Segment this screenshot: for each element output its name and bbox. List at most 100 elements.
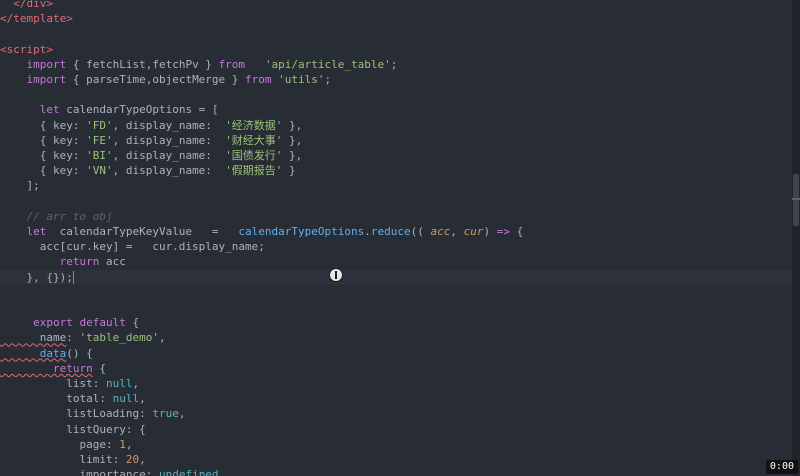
code-token: .	[364, 225, 371, 238]
code-token: acc	[430, 225, 451, 238]
code-token: ,	[125, 437, 133, 451]
code-token: 1	[119, 437, 126, 451]
code-token: ,	[132, 377, 140, 390]
code-token: '经济数据'	[225, 118, 283, 132]
code-token: {	[510, 225, 524, 238]
code-token: null	[112, 392, 140, 406]
code-line[interactable]: </div>	[0, 0, 792, 11]
code-token: export default	[0, 316, 126, 330]
text-caret	[72, 271, 74, 285]
scrollbar-thumb[interactable]	[793, 174, 799, 226]
code-token: calendarTypeOptions	[238, 225, 365, 238]
code-token: { fetchList,fetchPv }	[66, 57, 219, 71]
code-line[interactable]: import { fetchList,fetchPv } from 'api/a…	[0, 57, 792, 72]
code-token: =>	[496, 225, 511, 238]
code-token: , display_name:	[112, 149, 226, 162]
text-cursor-icon	[329, 268, 343, 282]
code-line[interactable]: export default {	[0, 315, 792, 330]
code-editor[interactable]: </div> </template> <script> import { fetch…	[0, 0, 792, 476]
code-token: data	[0, 346, 67, 360]
code-line[interactable]: acc[cur.key] = cur.display_name;	[0, 239, 792, 254]
code-line[interactable]: </template>	[0, 11, 792, 26]
code-token: , display_name:	[112, 118, 226, 132]
code-line[interactable]: importance: undefined,	[0, 467, 792, 476]
code-line[interactable]: data() {	[0, 346, 792, 361]
code-token: true	[152, 407, 179, 421]
code-token: let	[0, 225, 47, 238]
code-token: importance:	[0, 468, 159, 476]
code-line[interactable]: return {	[0, 361, 792, 376]
code-line[interactable]: }, {});	[0, 269, 792, 285]
code-token: '国债发行'	[225, 149, 283, 162]
code-token: acc	[99, 255, 126, 269]
code-line[interactable]	[0, 300, 792, 315]
code-line[interactable]	[0, 194, 792, 209]
code-line[interactable]	[0, 285, 792, 300]
code-token: total:	[0, 392, 113, 406]
code-token: , display_name:	[112, 133, 226, 147]
code-line[interactable]: { key: 'FE', display_name: '财经大事' },	[0, 133, 792, 148]
vertical-scrollbar[interactable]	[792, 0, 800, 476]
code-token: limit:	[0, 453, 126, 466]
code-token: <script>	[0, 42, 53, 56]
code-token: ,	[158, 331, 166, 345]
code-line[interactable]: { key: 'VN', display_name: '假期报告' }	[0, 163, 792, 178]
recording-timer: 0:00	[765, 460, 798, 474]
code-line[interactable]: // arr to obj	[0, 209, 792, 224]
code-token: ,	[450, 225, 464, 238]
code-token: // arr to obj	[0, 209, 113, 223]
code-line[interactable]	[0, 26, 792, 41]
code-token: {	[125, 316, 140, 330]
code-token: },	[282, 133, 303, 147]
code-token: ];	[0, 179, 40, 193]
code-token: )	[483, 225, 497, 238]
code-token: }, {});	[0, 270, 73, 284]
code-line[interactable]: { key: 'FD', display_name: '经济数据' },	[0, 118, 792, 133]
code-line[interactable]: listQuery: {	[0, 422, 792, 437]
code-token: 'table_demo'	[79, 331, 159, 345]
code-token: 'utils'	[278, 73, 325, 86]
code-token: 'FE'	[86, 133, 113, 147]
code-line[interactable]: total: null,	[0, 391, 792, 406]
code-token: 'FD'	[86, 118, 113, 132]
code-line[interactable]: return acc	[0, 254, 792, 269]
code-token: { key:	[0, 149, 87, 162]
code-line[interactable]: ];	[0, 178, 792, 193]
code-token: ,	[178, 407, 186, 421]
code-token: undefined	[158, 468, 219, 476]
code-line[interactable]: <script>	[0, 42, 792, 57]
code-line[interactable]: limit: 20,	[0, 452, 792, 467]
code-line[interactable]: listLoading: true,	[0, 406, 792, 421]
code-token: }	[282, 164, 296, 178]
code-token: 'api/article_table'	[264, 57, 391, 71]
code-token: 20	[125, 453, 140, 466]
code-token: 'BI'	[86, 149, 113, 162]
code-token: '财经大事'	[225, 133, 283, 147]
code-line[interactable]: name: 'table_demo',	[0, 330, 792, 345]
code-token: 'VN'	[86, 164, 113, 178]
code-token: from	[218, 57, 246, 71]
code-line[interactable]	[0, 87, 792, 102]
scrollbar-cursor-marker	[792, 198, 800, 200]
code-token: ;	[390, 57, 398, 71]
code-line[interactable]: import { parseTime,objectMerge } from 'u…	[0, 72, 792, 87]
code-line[interactable]: let calendarTypeOptions = [	[0, 102, 792, 117]
code-token: ,	[139, 392, 146, 406]
code-token: },	[282, 149, 303, 162]
code-line[interactable]: page: 1,	[0, 437, 792, 452]
code-token: { key:	[0, 118, 87, 132]
code-line[interactable]: { key: 'BI', display_name: '国债发行' },	[0, 148, 792, 163]
code-token: ,	[139, 453, 146, 466]
code-token: :	[66, 331, 80, 345]
code-token: , display_name:	[112, 164, 226, 178]
code-token: </div>	[0, 0, 53, 10]
code-line[interactable]: list: null,	[0, 376, 792, 391]
code-token: ;	[324, 73, 332, 86]
code-line[interactable]: let calendarTypeKeyValue = calendarTypeO…	[0, 224, 792, 239]
code-token: ,	[218, 468, 226, 476]
code-token: page:	[0, 437, 120, 451]
code-token: return	[0, 255, 100, 269]
code-token: ((	[410, 225, 431, 238]
code-token: },	[282, 118, 303, 132]
